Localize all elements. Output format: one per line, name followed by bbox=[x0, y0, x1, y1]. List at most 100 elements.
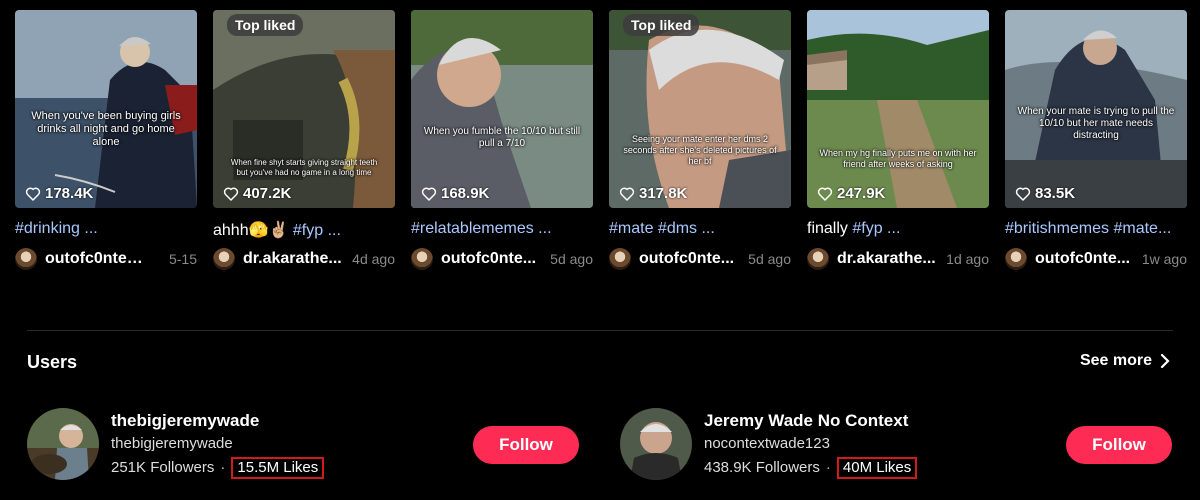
thumbnail-image bbox=[213, 10, 395, 208]
hashtag-link[interactable]: #drinking ... bbox=[15, 220, 98, 237]
top-liked-badge: Top liked bbox=[623, 14, 700, 36]
video-caption: Seeing your mate enter her dms 2 seconds… bbox=[623, 134, 777, 166]
stats-separator: · bbox=[220, 459, 226, 476]
video-card[interactable]: When my hg finally puts me on with her f… bbox=[807, 10, 989, 270]
like-count: 178.4K bbox=[25, 185, 93, 202]
see-more-link[interactable]: See more bbox=[1080, 352, 1170, 370]
creator-username[interactable]: outofc0nte... bbox=[1035, 250, 1130, 268]
like-count-value: 247.9K bbox=[837, 185, 886, 202]
creator-username[interactable]: outofc0nte... bbox=[639, 250, 734, 268]
section-divider bbox=[27, 330, 1173, 331]
video-thumbnail[interactable]: Top liked When fine shyt starts giving s… bbox=[213, 10, 395, 208]
thumbnail-image bbox=[15, 10, 197, 208]
heart-outline-icon bbox=[619, 187, 635, 201]
user-avatar[interactable] bbox=[620, 408, 692, 480]
video-thumbnail[interactable]: When you've been buying girls drinks all… bbox=[15, 10, 197, 208]
creator-avatar[interactable] bbox=[807, 248, 829, 270]
video-thumbnail[interactable]: When you fumble the 10/10 but still pull… bbox=[411, 10, 593, 208]
video-thumbnail[interactable]: When my hg finally puts me on with her f… bbox=[807, 10, 989, 208]
like-count: 317.8K bbox=[619, 185, 687, 202]
follow-button[interactable]: Follow bbox=[473, 426, 579, 464]
user-stats: 251K Followers · 15.5M Likes bbox=[111, 456, 325, 480]
creator-username[interactable]: dr.akarathe... bbox=[243, 250, 342, 268]
post-date: 5-15 bbox=[168, 251, 197, 267]
video-description[interactable]: #relatablememes ... bbox=[411, 220, 593, 240]
like-count: 83.5K bbox=[1015, 185, 1075, 202]
creator-username[interactable]: outofc0nte... bbox=[441, 250, 536, 268]
post-date: 1w ago bbox=[1141, 251, 1187, 267]
like-count: 247.9K bbox=[817, 185, 885, 202]
user-info: Jeremy Wade No Context nocontextwade123 … bbox=[704, 410, 918, 480]
like-count-value: 168.9K bbox=[441, 185, 490, 202]
video-meta: outofc0nte... 5d ago bbox=[411, 248, 593, 270]
video-caption: When you fumble the 10/10 but still pull… bbox=[423, 126, 581, 149]
video-results-grid: When you've been buying girls drinks all… bbox=[15, 10, 1195, 310]
video-card[interactable]: Top liked Seeing your mate enter her dms… bbox=[609, 10, 791, 270]
hashtag-link[interactable]: #britishmemes #mate... bbox=[1005, 220, 1171, 237]
heart-outline-icon bbox=[817, 187, 833, 201]
like-count-value: 317.8K bbox=[639, 185, 688, 202]
video-caption: When my hg finally puts me on with her f… bbox=[819, 148, 977, 169]
user-stats: 438.9K Followers · 40M Likes bbox=[704, 456, 918, 480]
avatar-image bbox=[620, 408, 692, 480]
thumbnail-image bbox=[411, 10, 593, 208]
top-liked-badge: Top liked bbox=[227, 14, 304, 36]
user-display-name[interactable]: Jeremy Wade No Context bbox=[704, 410, 917, 432]
heart-outline-icon bbox=[25, 187, 41, 201]
video-description[interactable]: finally #fyp ... bbox=[807, 220, 989, 240]
video-meta: outofc0nte... 1w ago bbox=[1005, 248, 1187, 270]
video-card[interactable]: Top liked When fine shyt starts giving s… bbox=[213, 10, 395, 270]
like-count: 407.2K bbox=[223, 185, 291, 202]
creator-username[interactable]: outofc0ntext... bbox=[45, 250, 150, 268]
video-description[interactable]: ahhh🫣✌🏼 #fyp ... bbox=[213, 220, 395, 240]
video-meta: dr.akarathe... 4d ago bbox=[213, 248, 395, 270]
follower-count: 438.9K Followers bbox=[704, 459, 820, 476]
video-description[interactable]: #mate #dms ... bbox=[609, 220, 791, 240]
hashtag-link[interactable]: #fyp ... bbox=[293, 222, 341, 239]
like-count-value: 407.2K bbox=[243, 185, 292, 202]
video-meta: outofc0ntext... 5-15 bbox=[15, 248, 197, 270]
see-more-label: See more bbox=[1079, 352, 1152, 369]
video-card[interactable]: When you've been buying girls drinks all… bbox=[15, 10, 197, 270]
creator-avatar[interactable] bbox=[1005, 248, 1027, 270]
creator-username[interactable]: dr.akarathe... bbox=[837, 250, 936, 268]
like-count: 168.9K bbox=[421, 185, 489, 202]
avatar-image bbox=[27, 408, 99, 480]
video-caption: When you've been buying girls drinks all… bbox=[31, 110, 181, 149]
user-result[interactable]: thebigjeremywade thebigjeremywade 251K F… bbox=[27, 408, 582, 484]
users-section-title: Users bbox=[27, 352, 78, 372]
hashtag-link[interactable]: #relatablememes ... bbox=[411, 220, 552, 237]
user-handle: nocontextwade123 bbox=[704, 435, 830, 452]
creator-avatar[interactable] bbox=[411, 248, 433, 270]
video-card[interactable]: When you fumble the 10/10 but still pull… bbox=[411, 10, 593, 270]
user-result[interactable]: Jeremy Wade No Context nocontextwade123 … bbox=[620, 408, 1175, 484]
thumbnail-image bbox=[609, 10, 791, 208]
heart-outline-icon bbox=[1015, 187, 1031, 201]
creator-avatar[interactable] bbox=[213, 248, 235, 270]
video-caption: When your mate is trying to pull the 10/… bbox=[1017, 106, 1175, 141]
stats-separator: · bbox=[825, 459, 831, 476]
user-handle: thebigjeremywade bbox=[111, 435, 233, 452]
follow-button[interactable]: Follow bbox=[1066, 426, 1172, 464]
video-caption: When fine shyt starts giving straight te… bbox=[230, 158, 378, 177]
likes-count: 15.5M Likes bbox=[231, 457, 325, 479]
heart-outline-icon bbox=[421, 187, 437, 201]
video-card[interactable]: When your mate is trying to pull the 10/… bbox=[1005, 10, 1187, 270]
chevron-right-icon bbox=[1160, 354, 1170, 368]
video-thumbnail[interactable]: When your mate is trying to pull the 10/… bbox=[1005, 10, 1187, 208]
user-display-name[interactable]: thebigjeremywade bbox=[111, 410, 324, 432]
thumbnail-image bbox=[807, 10, 989, 208]
video-thumbnail[interactable]: Top liked Seeing your mate enter her dms… bbox=[609, 10, 791, 208]
video-description[interactable]: #britishmemes #mate... bbox=[1005, 220, 1187, 240]
description-text: finally bbox=[807, 220, 853, 237]
creator-avatar[interactable] bbox=[15, 248, 37, 270]
creator-avatar[interactable] bbox=[609, 248, 631, 270]
hashtag-link[interactable]: #mate #dms ... bbox=[609, 220, 715, 237]
hashtag-link[interactable]: #fyp ... bbox=[852, 220, 900, 237]
user-avatar[interactable] bbox=[27, 408, 99, 480]
like-count-value: 83.5K bbox=[1035, 185, 1076, 202]
user-info: thebigjeremywade thebigjeremywade 251K F… bbox=[111, 410, 325, 480]
video-meta: dr.akarathe... 1d ago bbox=[807, 248, 989, 270]
video-description[interactable]: #drinking ... bbox=[15, 220, 197, 240]
post-date: 4d ago bbox=[352, 251, 395, 267]
